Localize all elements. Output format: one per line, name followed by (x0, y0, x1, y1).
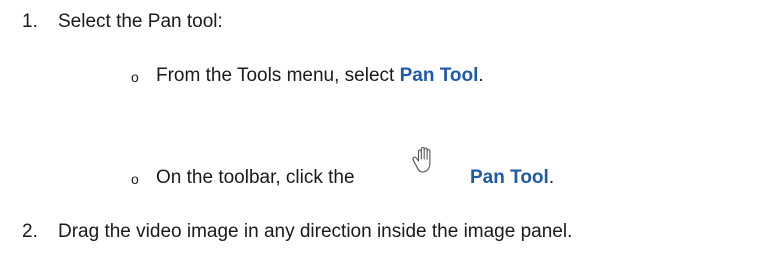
step-1: 1. Select the Pan tool: (22, 11, 223, 33)
substep-2-term-line: Pan Tool. (470, 167, 554, 189)
substep-2-bullet: o (131, 171, 139, 187)
substep-1-period: . (478, 65, 484, 86)
substep-1: From the Tools menu, select Pan Tool. (156, 65, 484, 87)
substep-1-bullet: o (131, 69, 139, 85)
substep-1-text: From the Tools menu, select (156, 65, 400, 86)
substep-2-period: . (548, 167, 555, 188)
step-2-number: 2. (22, 221, 38, 242)
substep-2-term: Pan Tool (470, 167, 549, 188)
step-1-number: 1. (22, 11, 38, 32)
step-2: 2. Drag the video image in any direction … (22, 221, 572, 243)
pan-hand-icon (412, 146, 431, 173)
substep-2: On the toolbar, click the (156, 167, 355, 189)
substep-1-term: Pan Tool (399, 65, 479, 86)
substep-2-text: On the toolbar, click the (156, 167, 355, 188)
step-1-text: Select the Pan tool: (58, 11, 223, 32)
step-2-text: Drag the video image in any direction in… (58, 221, 573, 242)
